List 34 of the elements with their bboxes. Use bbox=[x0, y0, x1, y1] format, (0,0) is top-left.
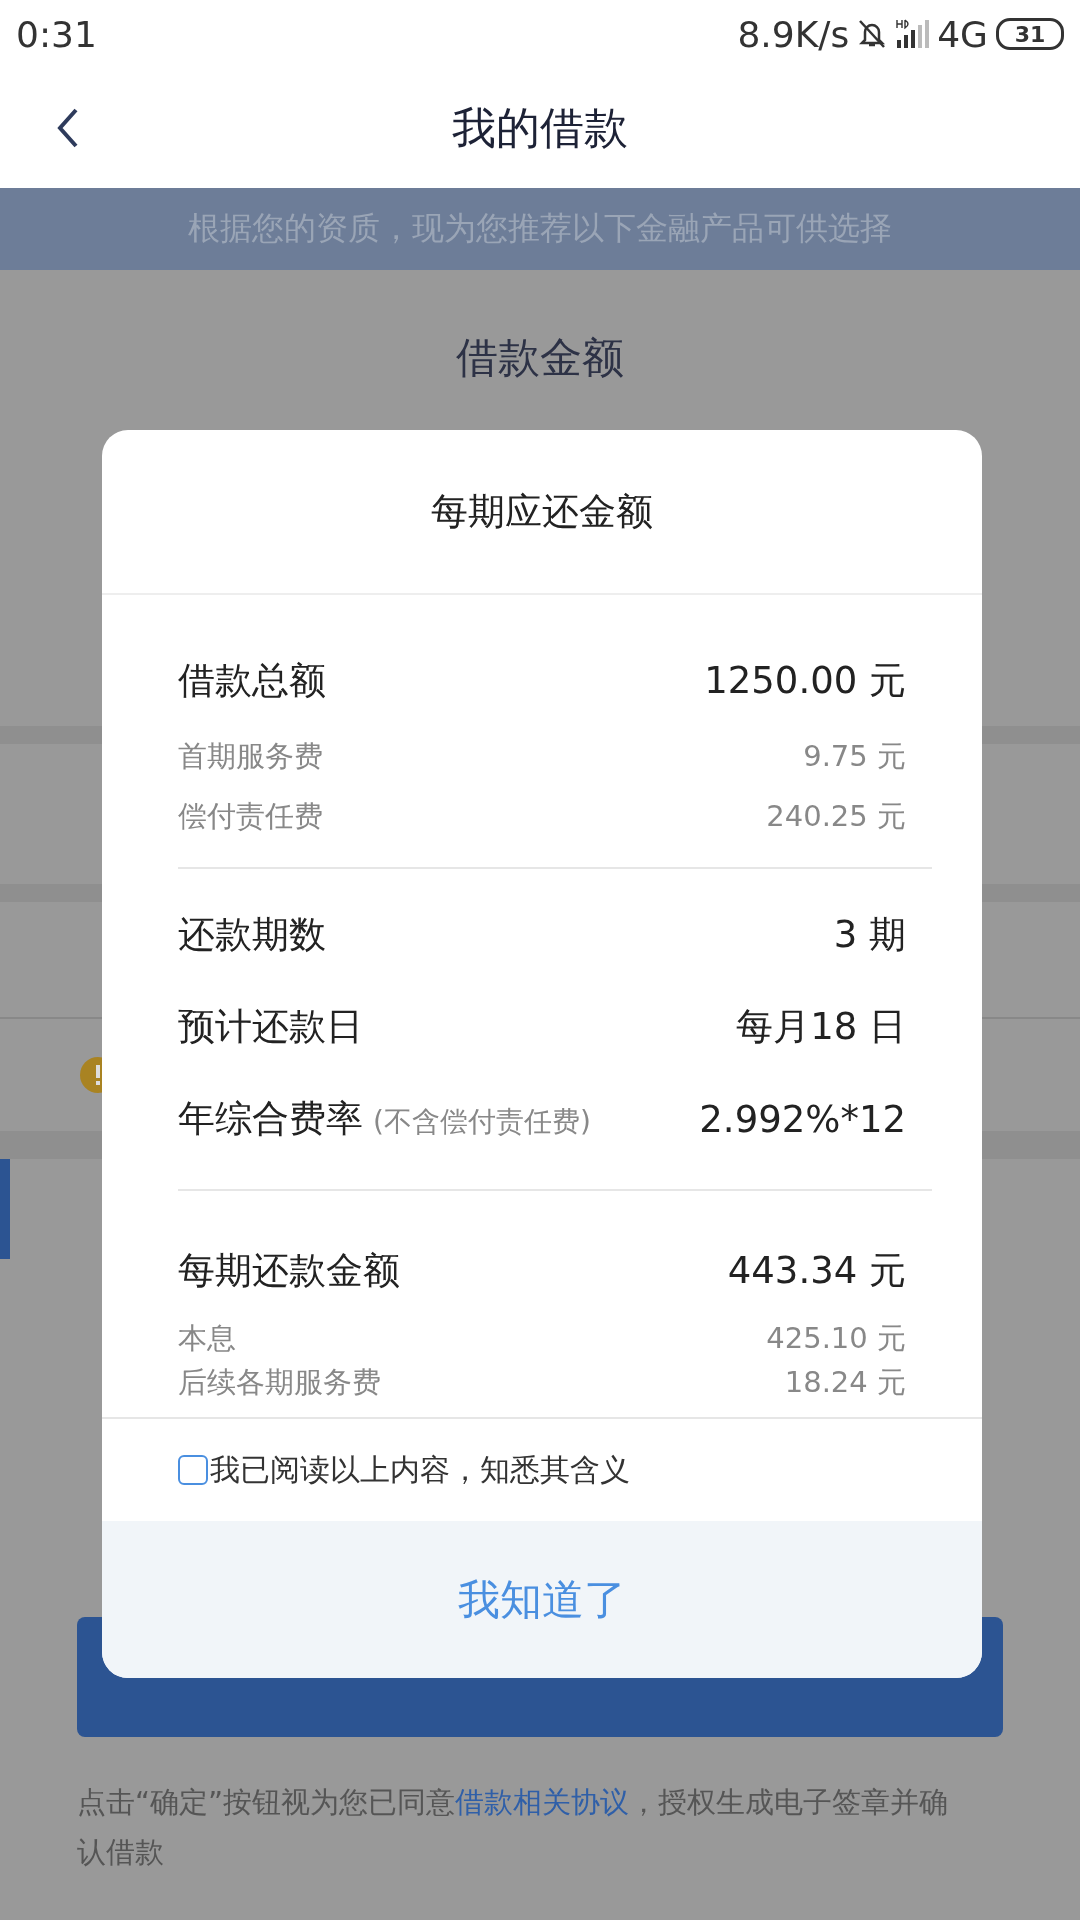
row-label: 本息 bbox=[178, 1320, 236, 1357]
agreement-link[interactable]: 借款相关协议 bbox=[455, 1785, 630, 1819]
dialog-title: 每期应还金额 bbox=[431, 488, 653, 535]
row-value: 425.10 元 bbox=[766, 1320, 906, 1357]
row-value: 3 期 bbox=[833, 912, 906, 958]
row-value: 每月18 日 bbox=[736, 1004, 906, 1050]
row-label: 首期服务费 bbox=[178, 738, 323, 775]
row-label: 偿付责任费 bbox=[178, 798, 323, 835]
row-label: 借款总额 bbox=[178, 658, 326, 704]
network-type: 4G bbox=[937, 13, 988, 55]
row-label: 还款期数 bbox=[178, 912, 326, 958]
row-value: 9.75 元 bbox=[803, 738, 906, 775]
signal-icon bbox=[895, 18, 930, 50]
back-icon[interactable] bbox=[56, 107, 80, 149]
agreement-note: 点击“确定”按钮视为您已同意借款相关协议，授权生成电子签章并确认借款 bbox=[77, 1784, 950, 1871]
amount-heading: 借款金额 bbox=[456, 332, 624, 384]
row-label: 预计还款日 bbox=[178, 1004, 363, 1050]
checkbox-label: 我已阅读以上内容，知悉其含义 bbox=[210, 1450, 630, 1489]
ok-button[interactable]: 我知道了 bbox=[102, 1521, 982, 1678]
row-label: 年综合费率 (不含偿付责任费) bbox=[178, 1096, 591, 1142]
status-time: 0:31 bbox=[16, 13, 97, 55]
row-note: (不含偿付责任费) bbox=[373, 1105, 591, 1138]
checkbox[interactable] bbox=[178, 1455, 208, 1485]
row-label: 后续各期服务费 bbox=[178, 1364, 381, 1401]
warning-icon bbox=[80, 1057, 102, 1093]
battery-icon: 31 bbox=[996, 18, 1064, 50]
network-speed: 8.9K/s bbox=[737, 13, 850, 55]
row-label: 每期还款金额 bbox=[178, 1248, 400, 1294]
row-value: 1250.00 元 bbox=[704, 658, 906, 704]
row-value: 443.34 元 bbox=[727, 1248, 906, 1294]
row-value: 240.25 元 bbox=[766, 798, 906, 835]
row-value: 18.24 元 bbox=[784, 1364, 906, 1401]
page-title: 我的借款 bbox=[452, 100, 628, 155]
row-value: 2.992%*12 bbox=[699, 1097, 906, 1141]
